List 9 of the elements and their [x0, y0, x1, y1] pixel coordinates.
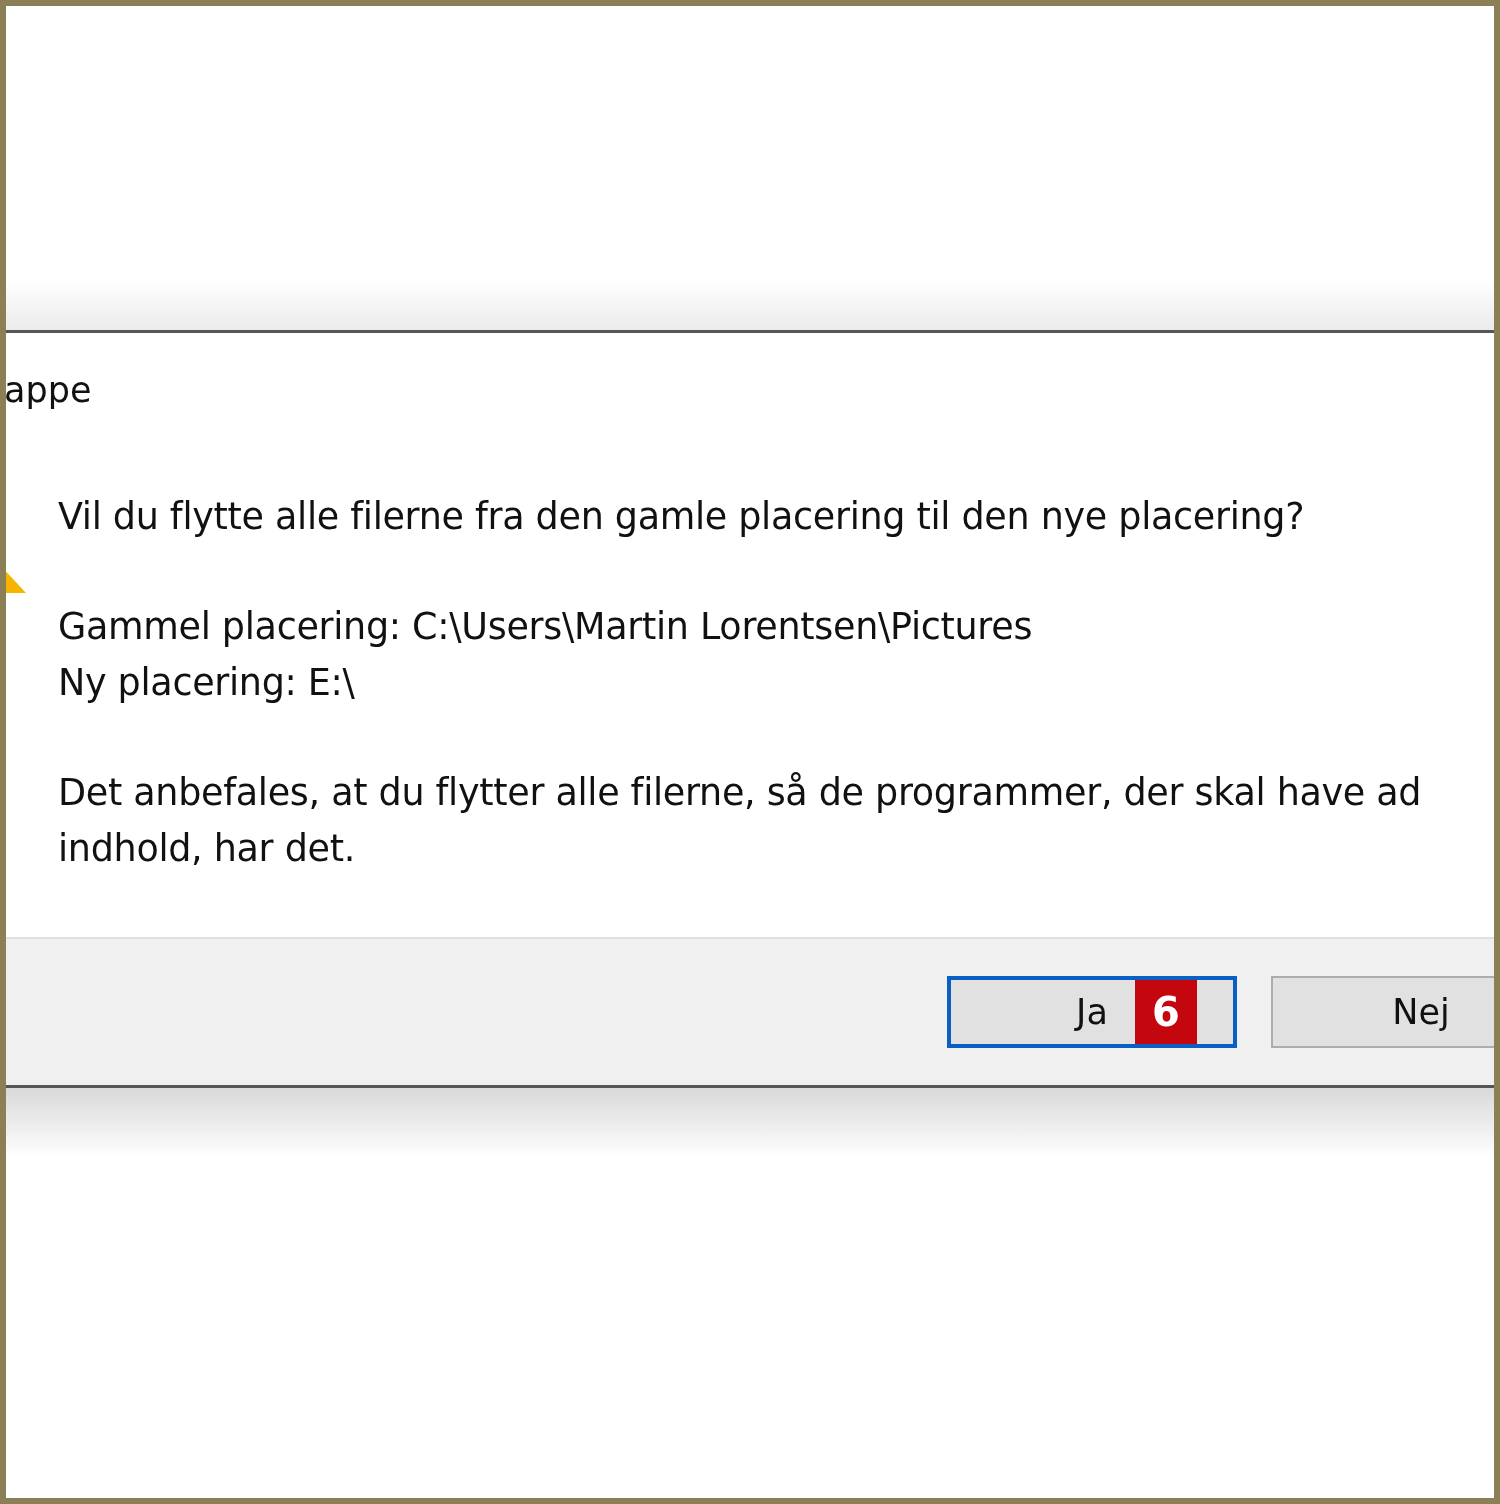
message-text: Vil du flytte alle filerne fra den gamle placering til den nye placering?: [58, 494, 1305, 540]
note-text: indhold, har det.: [58, 826, 355, 872]
location-text: Gammel placering: C:\Users\Martin Lorentsen\Pictures: [58, 604, 1033, 650]
dialog-title: appe: [6, 369, 92, 411]
yes-button[interactable]: Ja 6: [947, 976, 1237, 1048]
location-text: Ny placering: E:\: [58, 660, 355, 706]
no-button[interactable]: Nej: [1271, 976, 1494, 1048]
number-tag: 6: [1135, 980, 1197, 1044]
note-text: Det anbefales, at du flytter alle filerne, så de programmer, der skal have ad: [58, 770, 1422, 816]
